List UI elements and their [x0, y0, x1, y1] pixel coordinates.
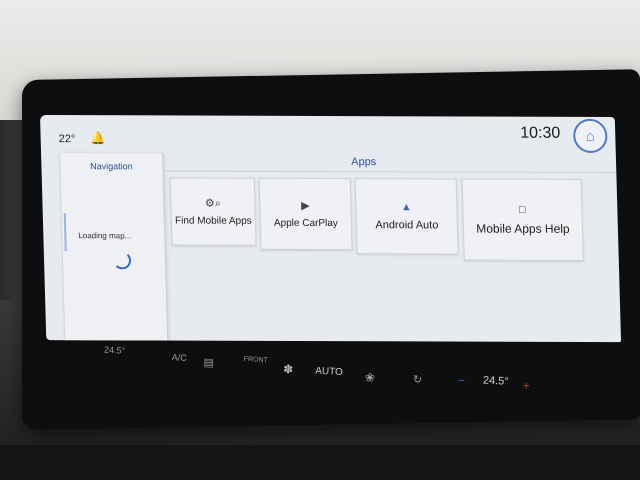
temp-down-button[interactable]: −: [458, 373, 466, 387]
tile-label: Find Mobile Apps: [174, 215, 252, 227]
outside-temperature: 22°: [58, 133, 76, 146]
infotainment-screen: 22° 🔔 10:30 ⌂ Navigation Loading map... …: [40, 115, 622, 343]
panel-handle[interactable]: [63, 213, 67, 252]
loading-text: Loading map...: [78, 231, 132, 241]
help-icon: □: [518, 203, 526, 216]
right-temperature[interactable]: 24.5°: [483, 374, 509, 387]
loading-spinner-icon: [112, 251, 132, 270]
android-auto-button[interactable]: ▲ Android Auto: [354, 178, 459, 255]
navigation-panel[interactable]: Navigation Loading map...: [59, 153, 169, 343]
seat-heat-icon[interactable]: ✽: [283, 362, 294, 377]
divider: [165, 170, 616, 174]
tile-label: Mobile Apps Help: [476, 221, 570, 236]
home-icon: ⌂: [585, 127, 596, 145]
apps-title: Apps: [350, 156, 377, 169]
tile-label: Apple CarPlay: [273, 217, 338, 229]
home-button[interactable]: ⌂: [572, 118, 608, 153]
rear-defrost-icon[interactable]: ▤: [203, 356, 214, 370]
status-bar: 22° 🔔 10:30 ⌂: [40, 115, 616, 153]
mobile-apps-help-button[interactable]: □ Mobile Apps Help: [461, 178, 584, 261]
carplay-icon: ▶: [300, 199, 310, 212]
ac-button[interactable]: A/C: [171, 352, 187, 363]
front-defrost-button[interactable]: FRONT: [244, 356, 268, 364]
find-mobile-apps-button[interactable]: ⚙⌕ Find Mobile Apps: [169, 177, 257, 246]
android-auto-icon: ▲: [400, 201, 413, 214]
temp-up-button[interactable]: +: [522, 379, 530, 393]
bell-icon[interactable]: 🔔: [90, 131, 105, 145]
clock: 10:30: [519, 124, 561, 142]
recirculation-icon[interactable]: ↻: [413, 373, 423, 386]
navigation-title: Navigation: [89, 161, 133, 172]
dashboard-trim: [0, 445, 640, 480]
tile-label: Android Auto: [375, 219, 439, 232]
left-temperature[interactable]: 24.5°: [104, 345, 126, 356]
fan-icon[interactable]: ❀: [365, 370, 376, 385]
find-apps-icon: ⚙⌕: [204, 197, 222, 210]
auto-button[interactable]: AUTO: [315, 366, 343, 378]
apple-carplay-button[interactable]: ▶ Apple CarPlay: [258, 177, 353, 251]
